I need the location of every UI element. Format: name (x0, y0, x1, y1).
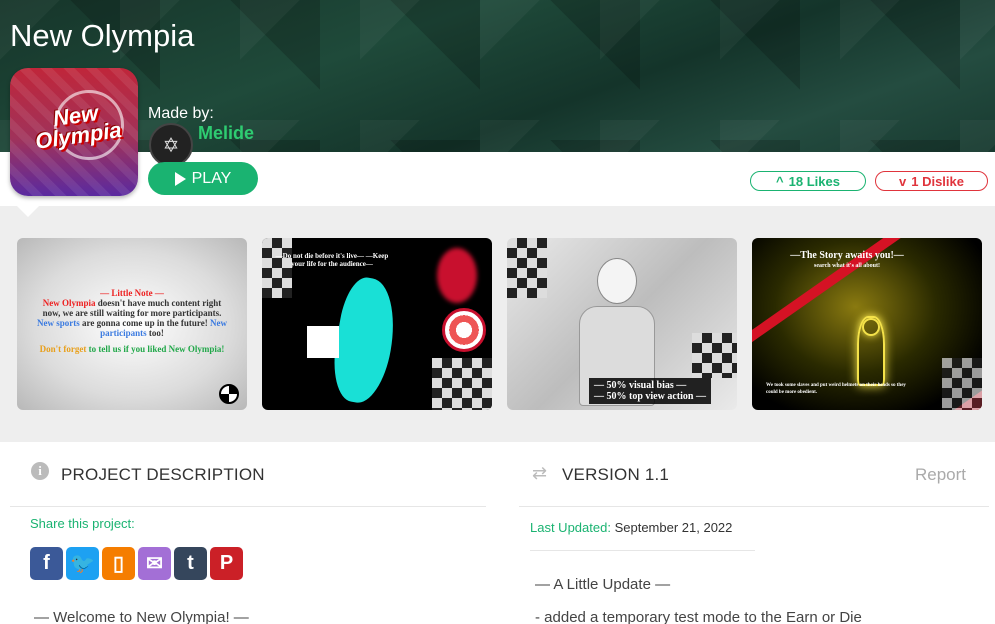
character-head (597, 258, 637, 304)
description-divider (10, 506, 486, 507)
note-text-2: are gonna come up in the future! (79, 318, 210, 328)
thumb4-bottom-text: We took some slaves and put weird helmet… (766, 383, 906, 395)
chevron-down-icon: v (899, 173, 907, 189)
logo-circle-icon (219, 384, 239, 404)
email-icon: ✉ (146, 553, 163, 575)
dislikes-button[interactable]: v 1 Dislike (875, 171, 988, 191)
twitter-icon: 🐦 (70, 553, 95, 575)
version-divider (519, 506, 989, 507)
last-updated-label: Last Updated: (530, 520, 611, 535)
note-text-3: too! (146, 328, 164, 338)
gallery-pointer (17, 206, 39, 217)
note-paragraph-2: Don't forget to tell us if you liked New… (37, 344, 227, 354)
thumb4-caption: —The Story awaits you!— search what it's… (772, 250, 922, 272)
checker-pattern-2 (432, 358, 492, 410)
note-paragraph-1: New Olympia doesn't have much content ri… (37, 298, 227, 338)
pinterest-share-button[interactable]: P (210, 547, 243, 580)
likes-button[interactable]: ^ 18 Likes (750, 171, 866, 191)
changelog-line: - added a temporary test mode to the Ear… (535, 609, 862, 624)
thumb4-caption-sub: search what it's all about! (814, 263, 880, 269)
gallery-thumbnail-3[interactable]: — 50% visual bias — — 50% top view actio… (507, 238, 737, 410)
checker-pattern (262, 238, 292, 298)
shuffle-icon: ⇄ (532, 463, 548, 483)
little-note-text: — Little Note — New Olympia doesn't have… (37, 288, 227, 354)
gallery-thumbnail-1[interactable]: — Little Note — New Olympia doesn't have… (17, 238, 247, 410)
note-blue-1: New sports (37, 318, 80, 328)
email-share-button[interactable]: ✉ (138, 547, 171, 580)
project-logo: New Olympia (10, 68, 138, 196)
made-by-label: Made by: (148, 105, 214, 122)
tumblr-icon: t (187, 552, 194, 574)
note-title: — Little Note — (100, 288, 164, 298)
gallery-thumbnail-2[interactable]: —Do not die before it's live— —Keep your… (262, 238, 492, 410)
info-icon: i (31, 462, 49, 480)
likes-label: 18 Likes (788, 173, 840, 189)
version-title: VERSION 1.1 (562, 465, 670, 484)
checker-pattern-5 (942, 358, 982, 410)
creator-avatar[interactable]: ✡ (149, 123, 193, 167)
facebook-icon: f (43, 552, 50, 574)
red-splatter (437, 248, 477, 303)
creator-name-link[interactable]: Melide (198, 123, 254, 144)
note-green: to tell us if you liked New Olympia! (86, 344, 225, 354)
play-label: PLAY (191, 169, 232, 187)
thumb3-caption-2: — 50% top view action — (594, 391, 706, 402)
play-button[interactable]: PLAY (148, 162, 258, 195)
play-icon (174, 171, 186, 186)
welcome-text: — Welcome to New Olympia! — (34, 609, 249, 624)
last-updated: Last Updated: September 21, 2022 (530, 520, 732, 535)
page: New Olympia New Olympia Made by: ✡ Melid… (0, 0, 995, 624)
checker-pattern-3 (507, 238, 547, 298)
white-square (307, 326, 339, 358)
facebook-share-button[interactable]: f (30, 547, 63, 580)
pinterest-icon: P (219, 552, 234, 574)
report-link[interactable]: Report (915, 465, 966, 485)
share-label: Share this project: (30, 516, 135, 531)
blogger-icon: ▯ (112, 553, 124, 575)
update-heading: — A Little Update — (535, 576, 671, 593)
glowing-head (862, 318, 880, 336)
checker-pattern-4 (692, 333, 737, 378)
twitter-share-button[interactable]: 🐦 (66, 547, 99, 580)
thumb4-caption-title: —The Story awaits you!— (790, 250, 904, 261)
blogger-share-button[interactable]: ▯ (102, 547, 135, 580)
thumb2-caption: —Do not die before it's live— —Keep your… (275, 252, 389, 268)
dislikes-label: 1 Dislike (911, 173, 964, 189)
gallery-thumbnail-4[interactable]: —The Story awaits you!— search what it's… (752, 238, 982, 410)
chevron-up-icon: ^ (776, 173, 784, 189)
thumb3-caption-1: — 50% visual bias — (594, 380, 687, 391)
creator-avatar-icon: ✡ (162, 134, 180, 157)
description-title: PROJECT DESCRIPTION (61, 465, 265, 484)
thumb3-caption: — 50% visual bias — — 50% top view actio… (589, 378, 711, 404)
tumblr-share-button[interactable]: t (174, 547, 207, 580)
project-title: New Olympia (10, 18, 195, 53)
note-red-1: New Olympia (42, 298, 96, 308)
target-icon (442, 308, 486, 352)
last-updated-value: September 21, 2022 (614, 520, 733, 535)
note-orange: Don't forget (39, 344, 87, 354)
updated-divider (530, 550, 755, 551)
